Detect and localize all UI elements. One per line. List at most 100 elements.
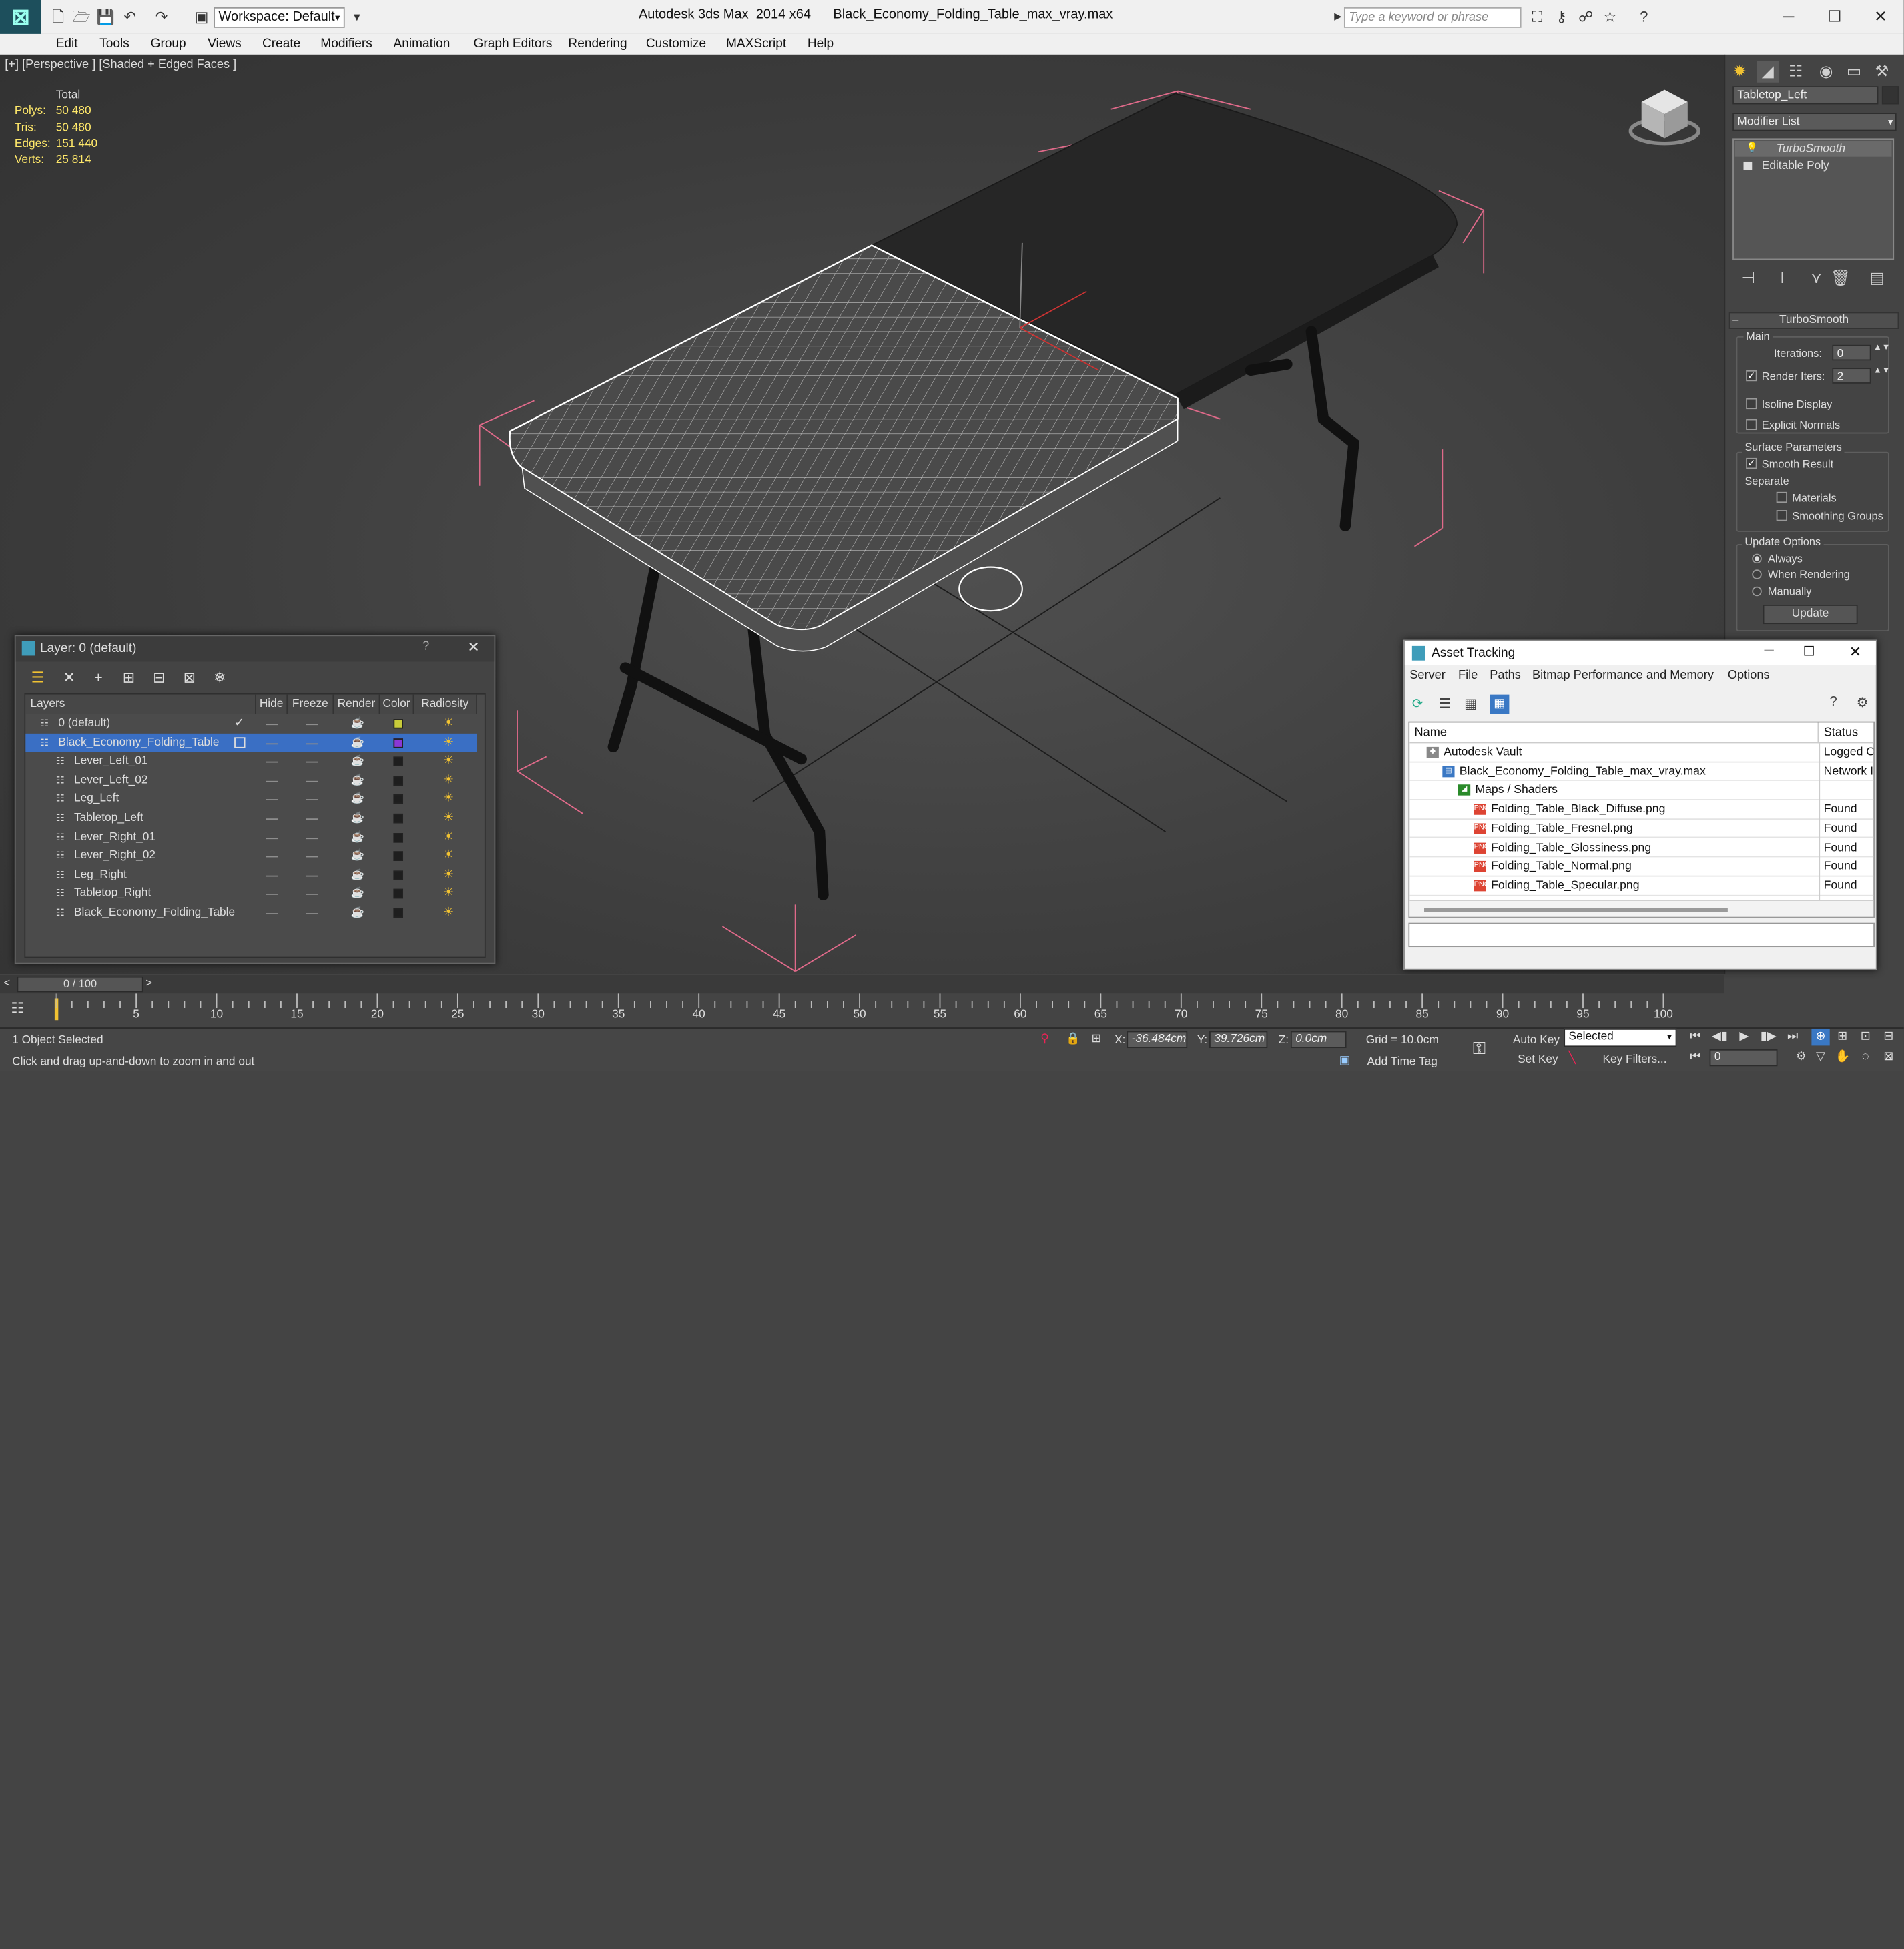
settings-icon[interactable]: ⚙ (1857, 695, 1869, 710)
save-icon[interactable]: 💾 (96, 7, 115, 27)
layer-settings-icon[interactable]: ☰ (28, 668, 47, 687)
new-file-icon[interactable]: 🗋 (49, 7, 68, 27)
menu-tools[interactable]: Tools (99, 37, 129, 51)
asset-path-field[interactable] (1408, 922, 1875, 948)
favorites-star-icon[interactable]: ☆ (1600, 7, 1620, 27)
column-hide[interactable]: Hide (256, 694, 288, 714)
utilities-tab-icon[interactable]: ⚒ (1871, 61, 1893, 83)
asset-menu-file[interactable]: File (1458, 669, 1478, 682)
search-input[interactable]: Type a keyword or phrase (1343, 7, 1522, 28)
maximize-icon[interactable]: ☐ (1817, 5, 1853, 29)
radiosity-sun-icon[interactable]: ☀ (443, 887, 454, 900)
asset-row[interactable]: PNG Folding_Table_Normal.png Found (1409, 858, 1874, 877)
freeze-all-icon[interactable]: ❄ (210, 668, 230, 687)
zoom-all-icon[interactable]: ⊞ (1833, 1029, 1851, 1045)
mini-curve-editor-icon[interactable]: ☷ (11, 999, 24, 1016)
hide-toggle[interactable] (266, 818, 278, 820)
smooth-result-checkbox[interactable]: ✓ (1746, 457, 1757, 469)
always-radio[interactable] (1752, 553, 1762, 564)
close-icon[interactable]: ✕ (1863, 5, 1899, 29)
maximize-icon[interactable]: ☐ (1803, 643, 1815, 659)
key-mode-toggle-icon[interactable]: ⏮ (1686, 1049, 1704, 1066)
workspace-dropdown[interactable]: Workspace: Default ▾ (214, 7, 345, 28)
render-teapot-icon[interactable]: ☕ (351, 866, 364, 884)
close-icon[interactable]: ✕ (467, 639, 479, 655)
render-teapot-icon[interactable]: ☕ (351, 809, 364, 828)
hide-all-icon[interactable]: ⊠ (180, 668, 199, 687)
asset-menu-paths[interactable]: Paths (1490, 669, 1521, 682)
play-icon[interactable]: ▶ (1735, 1029, 1753, 1045)
column-radiosity[interactable]: Radiosity (414, 694, 477, 714)
layer-color-swatch[interactable] (393, 813, 404, 824)
rollout-turbosmooth[interactable]: TurboSmooth (1728, 312, 1899, 330)
layer-color-swatch[interactable] (393, 870, 404, 880)
make-unique-icon[interactable]: ⋎ (1805, 267, 1827, 289)
render-teapot-icon[interactable]: ☕ (351, 790, 364, 808)
layer-color-swatch[interactable] (393, 851, 404, 862)
layer-row[interactable]: ☷ Leg_Left ☕ ☀ (25, 790, 477, 808)
minimize-icon[interactable]: ─ (1771, 5, 1807, 29)
absolute-mode-icon[interactable]: ⊞ (1092, 1032, 1101, 1045)
freeze-toggle[interactable] (306, 913, 318, 914)
select-objects-icon[interactable]: ⊞ (119, 668, 138, 687)
remove-modifier-icon[interactable]: 🗑 (1830, 267, 1852, 289)
render-teapot-icon[interactable]: ☕ (351, 884, 364, 903)
delete-layer-icon[interactable]: ✕ (59, 668, 79, 687)
freeze-toggle[interactable] (306, 742, 318, 744)
go-to-start-icon[interactable]: ⏮ (1686, 1029, 1704, 1045)
redo-icon[interactable]: ↷ (151, 7, 171, 27)
freeze-toggle[interactable] (306, 875, 318, 877)
time-tag-icon[interactable]: ▣ (1339, 1054, 1350, 1067)
bulb-icon[interactable]: 💡 (1746, 142, 1758, 153)
make-active-checkbox[interactable] (234, 736, 246, 748)
radiosity-sun-icon[interactable]: ☀ (443, 849, 454, 862)
layer-row[interactable]: ☷ Black_Economy_Folding_Table ☕ ☀ (25, 733, 477, 752)
display-tab-icon[interactable]: ▭ (1843, 61, 1865, 83)
asset-menu-options[interactable]: Options (1728, 669, 1770, 682)
lock-selection-icon[interactable]: 🔒 (1066, 1032, 1080, 1045)
radiosity-sun-icon[interactable]: ☀ (443, 830, 454, 844)
radiosity-sun-icon[interactable]: ☀ (443, 736, 454, 749)
time-slider-thumb[interactable]: 0 / 100 (17, 976, 143, 993)
menu-edit[interactable]: Edit (56, 37, 78, 51)
layer-row[interactable]: ☷ Lever_Right_02 ☕ ☀ (25, 846, 477, 865)
current-frame-field[interactable]: 0 (1709, 1049, 1778, 1067)
asset-row[interactable]: PNG Folding_Table_Fresnel.png Found (1409, 820, 1874, 839)
radiosity-sun-icon[interactable]: ☀ (443, 754, 454, 768)
menu-modifiers[interactable]: Modifiers (320, 37, 372, 51)
iterations-spinner[interactable]: 0 (1832, 344, 1871, 361)
layer-color-swatch[interactable] (393, 908, 404, 918)
freeze-toggle[interactable] (306, 837, 318, 839)
subscription-icon[interactable]: ⚷ (1552, 7, 1571, 27)
set-key-icon[interactable]: ╲ (1569, 1052, 1576, 1065)
explicit-normals-checkbox[interactable] (1746, 419, 1757, 431)
menu-help[interactable]: Help (808, 37, 834, 51)
when-rendering-radio[interactable] (1752, 569, 1762, 579)
layer-color-swatch[interactable] (393, 776, 404, 786)
radiosity-sun-icon[interactable]: ☀ (443, 716, 454, 730)
radiosity-sun-icon[interactable]: ☀ (443, 792, 454, 806)
hide-toggle[interactable] (266, 780, 278, 782)
render-teapot-icon[interactable]: ☕ (351, 828, 364, 846)
configure-sets-icon[interactable]: ▤ (1866, 267, 1888, 289)
hide-toggle[interactable] (266, 856, 278, 858)
column-color[interactable]: Color (380, 694, 414, 714)
layer-row[interactable]: ☷ Black_Economy_Folding_Table ☕ ☀ (25, 904, 477, 922)
menu-rendering[interactable]: Rendering (568, 37, 627, 51)
stack-item-turbosmooth[interactable]: TurboSmooth (1734, 141, 1892, 157)
materials-checkbox[interactable] (1776, 491, 1788, 503)
table-view-icon[interactable]: ▦ (1490, 694, 1510, 714)
freeze-toggle[interactable] (306, 894, 318, 896)
zoom-icon[interactable]: ⊕ (1811, 1028, 1830, 1046)
freeze-toggle[interactable] (306, 780, 318, 782)
workspace-menu-icon[interactable]: ▼ (347, 7, 366, 27)
menu-create[interactable]: Create (262, 37, 300, 51)
menu-graph-editors[interactable]: Graph Editors (474, 37, 553, 51)
menu-views[interactable]: Views (208, 37, 242, 51)
freeze-toggle[interactable] (306, 762, 318, 763)
motion-tab-icon[interactable]: ◉ (1815, 61, 1837, 83)
radiosity-sun-icon[interactable]: ☀ (443, 774, 454, 787)
project-folder-icon[interactable]: ▣ (192, 7, 211, 27)
highlight-layer-icon[interactable]: ⊟ (149, 668, 169, 687)
menu-animation[interactable]: Animation (393, 37, 450, 51)
